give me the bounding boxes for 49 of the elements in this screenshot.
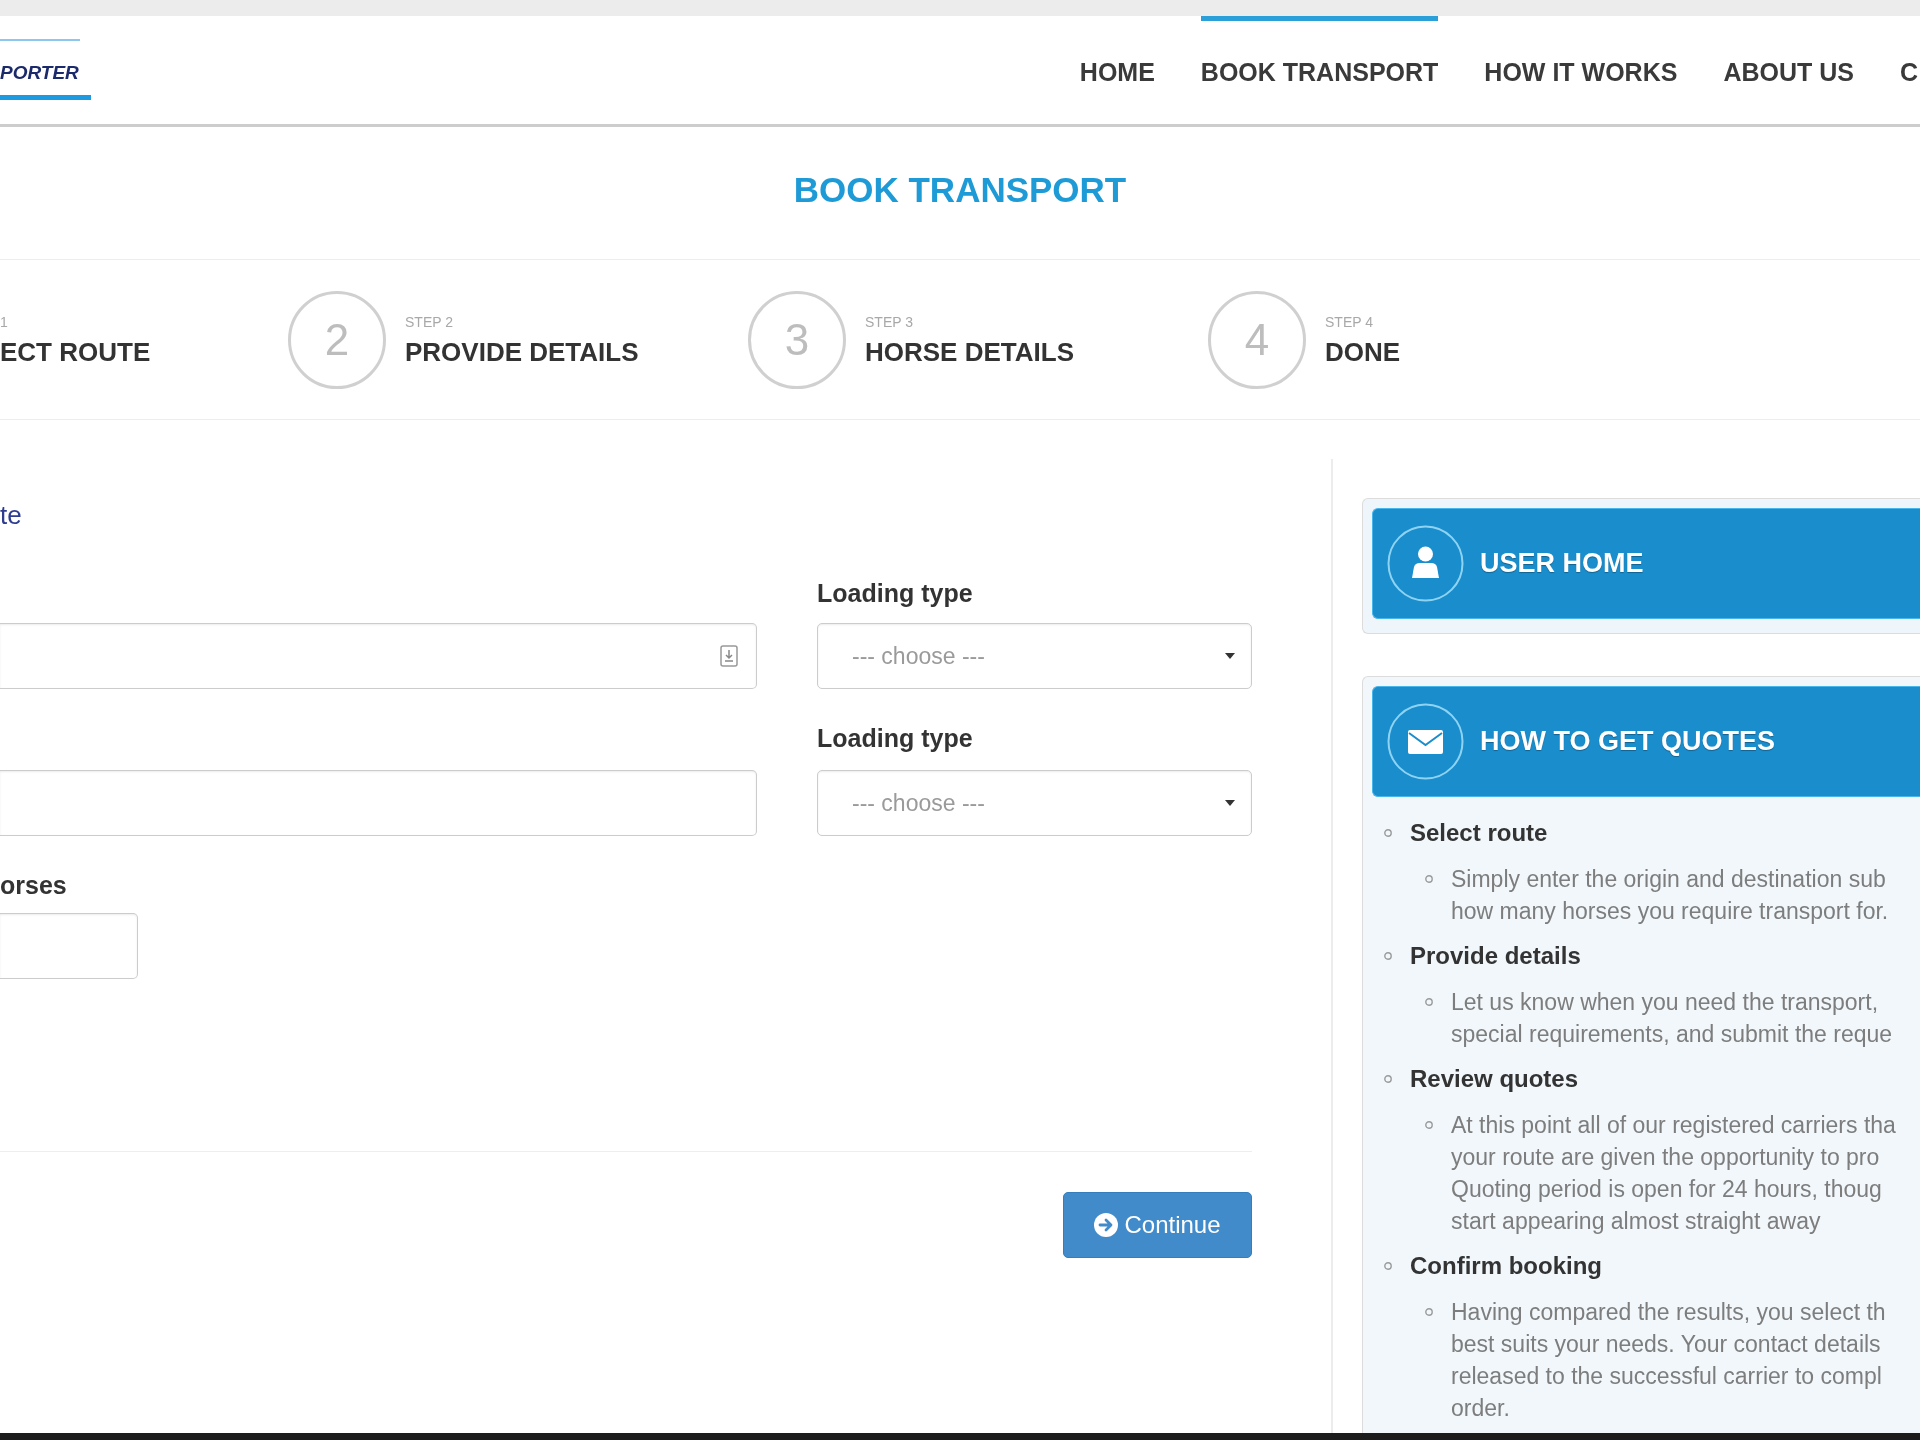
bullet-icon [1384, 829, 1392, 837]
bullet-icon [1425, 875, 1433, 883]
site-logo[interactable]: PORTER [0, 16, 92, 124]
bullet-icon [1425, 998, 1433, 1006]
text-field[interactable] [0, 623, 757, 689]
continue-button[interactable]: Continue [1063, 1192, 1252, 1258]
step-description: Simply enter the origin and destination sub how many horses you require transport for. [1451, 865, 1889, 926]
step-description: Let us know when you need the transport, special requirements, and submit the reque [1451, 988, 1893, 1049]
step-label: 1 [0, 312, 8, 331]
user-home-button[interactable]: USER HOME [1372, 508, 1920, 619]
user-icon [1387, 525, 1464, 602]
step-title: ECT ROUTE [0, 336, 151, 367]
text-field[interactable] [0, 770, 757, 836]
step-title: HORSE DETAILS [865, 336, 1074, 367]
caret-icon [1225, 800, 1235, 806]
arrow-circle-icon [1094, 1213, 1119, 1237]
step-number: 3 [748, 290, 846, 389]
nav-link[interactable]: BOOK TRANSPORT [1200, 16, 1439, 124]
bullet-icon [1384, 1262, 1392, 1270]
text-field[interactable] [0, 913, 138, 979]
nav-link[interactable]: C [1899, 16, 1918, 124]
step-number: 2 [288, 290, 386, 389]
section-heading: te [0, 500, 22, 530]
step-heading: Provide details [1410, 941, 1581, 971]
step-title: DONE [1325, 336, 1401, 367]
step-heading: Confirm booking [1410, 1251, 1602, 1281]
nav-link[interactable]: ABOUT US [1723, 16, 1854, 124]
step-description: At this point all of our registered carriers tha your route are given the opportunity to pro Quoting period is open for 24 hours, thoug start appearing almost straight away [1451, 1111, 1896, 1236]
page-title: BOOK TRANSPORT [793, 168, 1127, 211]
field-label: Loading type [817, 723, 973, 753]
bullet-icon [1425, 1308, 1433, 1316]
envelope-icon [1387, 703, 1464, 780]
nav-link[interactable]: HOW IT WORKS [1484, 16, 1678, 124]
bullet-icon [1384, 1075, 1392, 1083]
caret-icon [1225, 653, 1235, 659]
step-title: PROVIDE DETAILS [405, 336, 639, 367]
step-description: Having compared the results, you select th best suits your needs. Your contact details released to the successful carrier to compl order. [1451, 1298, 1886, 1423]
step-label: STEP 3 [865, 312, 913, 331]
step-heading: Review quotes [1410, 1064, 1579, 1094]
step-label: STEP 2 [405, 312, 453, 331]
panel-title: HOW TO GET QUOTES [1480, 725, 1775, 759]
step-label: STEP 4 [1325, 312, 1373, 331]
field-label: orses [0, 870, 67, 900]
field-label: Loading type [817, 578, 973, 608]
bullet-icon [1425, 1121, 1433, 1129]
step-number: 4 [1208, 290, 1306, 389]
bullet-icon [1384, 952, 1392, 960]
nav-link[interactable]: HOME [1079, 16, 1155, 124]
step-heading: Select route [1410, 818, 1548, 848]
